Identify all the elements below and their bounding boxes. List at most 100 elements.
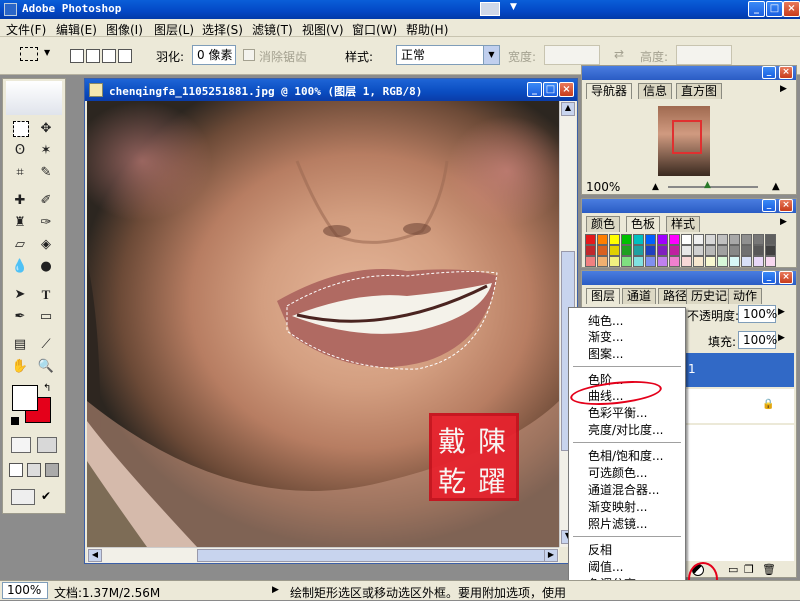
panel-minimize-button[interactable]: _ — [762, 66, 776, 79]
opacity-arrow-icon[interactable]: ▶ — [778, 307, 785, 317]
close-button[interactable]: × — [783, 1, 800, 17]
bridge-icon[interactable] — [480, 2, 500, 16]
menu-item-invert[interactable]: 反相 — [588, 542, 612, 558]
tab-navigator[interactable]: 导航器 — [586, 83, 633, 99]
menu-item-photo-filter[interactable]: 照片滤镜... — [588, 516, 647, 532]
panel-title-bar[interactable]: _ × — [582, 66, 796, 80]
image-canvas[interactable]: 戴 陳 乾 躍 — [87, 101, 559, 547]
tab-layers[interactable]: 图层 — [586, 288, 621, 304]
tab-styles[interactable]: 样式 — [666, 216, 701, 232]
slice-tool-icon[interactable]: ✎ — [35, 163, 57, 183]
type-tool-icon[interactable]: T — [35, 285, 57, 305]
color-swatch[interactable] — [753, 256, 764, 267]
color-swatch[interactable] — [681, 256, 692, 267]
zoom-in-icon[interactable]: ▲ — [772, 181, 780, 192]
checkmark-icon[interactable]: ✔ — [41, 489, 55, 505]
color-swatch[interactable] — [633, 256, 644, 267]
color-swatch[interactable] — [765, 256, 776, 267]
panel-menu-icon[interactable]: ▶ — [780, 217, 787, 227]
tab-color[interactable]: 颜色 — [586, 216, 621, 232]
color-swatch[interactable] — [681, 234, 692, 245]
doc-minimize-button[interactable]: _ — [527, 82, 542, 97]
navigator-zoom[interactable]: 100% — [586, 180, 620, 194]
color-swatch[interactable] — [681, 245, 692, 256]
standard-mode-icon[interactable] — [11, 437, 31, 453]
color-swatch[interactable] — [765, 245, 776, 256]
maximize-button[interactable]: □ — [766, 1, 783, 17]
color-swatch[interactable] — [585, 234, 596, 245]
color-swatch[interactable] — [705, 245, 716, 256]
color-swatch[interactable] — [705, 234, 716, 245]
color-swatch[interactable] — [597, 256, 608, 267]
intersect-selection-icon[interactable] — [118, 49, 132, 63]
menu-item-hue-saturation[interactable]: 色相/饱和度... — [588, 448, 664, 464]
chevron-down-icon[interactable]: ▼ — [483, 46, 499, 64]
paint-bucket-icon[interactable]: ◈ — [35, 235, 57, 255]
color-swatch[interactable] — [753, 234, 764, 245]
color-swatch[interactable] — [753, 245, 764, 256]
menu-image[interactable]: 图像(I) — [106, 21, 143, 38]
menu-item-gradient-map[interactable]: 渐变映射... — [588, 499, 647, 515]
minimize-button[interactable]: _ — [748, 1, 765, 17]
doc-maximize-button[interactable]: □ — [543, 82, 558, 97]
color-swatch[interactable] — [597, 245, 608, 256]
scroll-up-icon[interactable]: ▲ — [561, 102, 575, 116]
zoom-slider-track[interactable] — [668, 186, 758, 188]
navigator-thumbnail[interactable] — [658, 106, 710, 176]
menu-view[interactable]: 视图(V) — [302, 21, 344, 38]
color-swatch[interactable] — [717, 245, 728, 256]
screen-mode-full-icon[interactable] — [45, 463, 59, 477]
magic-wand-icon[interactable]: ✶ — [35, 141, 57, 161]
horizontal-scrollbar[interactable]: ◀ ▶ — [87, 547, 559, 563]
panel-title-bar[interactable]: _ × — [582, 199, 796, 213]
scroll-left-icon[interactable]: ◀ — [88, 549, 102, 562]
menu-item-brightness-contrast[interactable]: 亮度/对比度... — [588, 422, 664, 438]
quickmask-mode-icon[interactable] — [37, 437, 57, 453]
navigator-view-box[interactable] — [672, 120, 702, 154]
hand-tool-icon[interactable]: ✋ — [9, 357, 31, 377]
color-swatch[interactable] — [717, 234, 728, 245]
menu-filter[interactable]: 滤镜(T) — [252, 21, 293, 38]
fill-arrow-icon[interactable]: ▶ — [778, 333, 785, 343]
color-swatch[interactable] — [645, 234, 656, 245]
menu-help[interactable]: 帮助(H) — [406, 21, 448, 38]
history-brush-icon[interactable]: ✑ — [35, 213, 57, 233]
jump-to-imageready-icon[interactable] — [11, 489, 35, 505]
marquee-tool-preset-icon[interactable] — [20, 47, 38, 61]
zoom-slider-thumb[interactable]: ▲ — [704, 180, 711, 190]
color-swatch[interactable] — [717, 256, 728, 267]
document-title-bar[interactable]: chenqingfa_1105251881.jpg @ 100% (图层 1, … — [85, 79, 577, 101]
color-swatch[interactable] — [693, 234, 704, 245]
doc-close-button[interactable]: × — [559, 82, 574, 97]
color-swatch[interactable] — [729, 256, 740, 267]
tab-swatches[interactable]: 色板 — [626, 216, 661, 232]
menu-edit[interactable]: 编辑(E) — [56, 21, 97, 38]
color-swatch[interactable] — [669, 234, 680, 245]
new-layer-icon[interactable]: ❐ — [744, 563, 754, 576]
crop-tool-icon[interactable]: ⌗ — [9, 163, 31, 183]
notes-tool-icon[interactable]: ▤ — [9, 335, 31, 355]
antialias-checkbox[interactable] — [243, 49, 255, 61]
pen-tool-icon[interactable]: ✒ — [9, 307, 31, 327]
color-swatch[interactable] — [633, 245, 644, 256]
color-swatch[interactable] — [609, 245, 620, 256]
color-swatch[interactable] — [585, 256, 596, 267]
width-input[interactable] — [544, 45, 600, 65]
menu-item-channel-mixer[interactable]: 通道混合器... — [588, 482, 659, 498]
color-swatch[interactable] — [669, 245, 680, 256]
panel-close-button[interactable]: × — [779, 199, 793, 212]
color-swatch[interactable] — [609, 256, 620, 267]
menu-select[interactable]: 选择(S) — [202, 21, 243, 38]
color-swatch[interactable] — [621, 245, 632, 256]
default-colors-icon[interactable] — [11, 417, 19, 425]
eraser-tool-icon[interactable]: ▱ — [9, 235, 31, 255]
color-swatch[interactable] — [693, 245, 704, 256]
subtract-selection-icon[interactable] — [102, 49, 116, 63]
color-swatch[interactable] — [621, 234, 632, 245]
color-swatch[interactable] — [597, 234, 608, 245]
color-swatch[interactable] — [609, 234, 620, 245]
height-input[interactable] — [676, 45, 732, 65]
color-swatch[interactable] — [669, 256, 680, 267]
swatch-grid[interactable] — [585, 234, 780, 268]
clone-stamp-icon[interactable]: ♜ — [9, 213, 31, 233]
